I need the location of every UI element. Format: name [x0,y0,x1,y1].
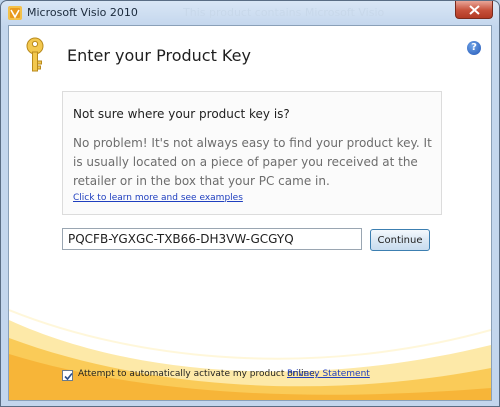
help-icon[interactable]: ? [467,41,481,55]
close-icon [469,5,480,15]
close-button[interactable] [455,1,493,19]
learn-more-link[interactable]: Click to learn more and see examples [73,193,243,203]
product-key-input[interactable] [62,228,362,250]
dialog-content: Enter your Product Key ? Not sure where … [8,25,492,401]
title-bar[interactable]: Microsoft Visio 2010 This product contai… [1,1,499,25]
privacy-statement-link[interactable]: Privacy Statement [287,369,370,379]
info-body-text: No problem! It's not always easy to find… [73,136,432,188]
info-panel: Not sure where your product key is? No p… [62,91,442,215]
activate-label: Attempt to automatically activate my pro… [78,369,318,379]
window-title: Microsoft Visio 2010 [27,6,138,19]
visio-app-icon [8,6,22,20]
dialog-window: Microsoft Visio 2010 This product contai… [0,0,500,407]
page-title: Enter your Product Key [67,46,251,65]
continue-button[interactable]: Continue [370,229,430,251]
checkmark-icon [64,372,73,381]
activate-checkbox[interactable] [62,370,73,381]
background-window-title: This product contains Microsoft Visio [183,6,385,19]
key-icon [26,37,44,72]
info-heading: Not sure where your product key is? [73,107,290,121]
